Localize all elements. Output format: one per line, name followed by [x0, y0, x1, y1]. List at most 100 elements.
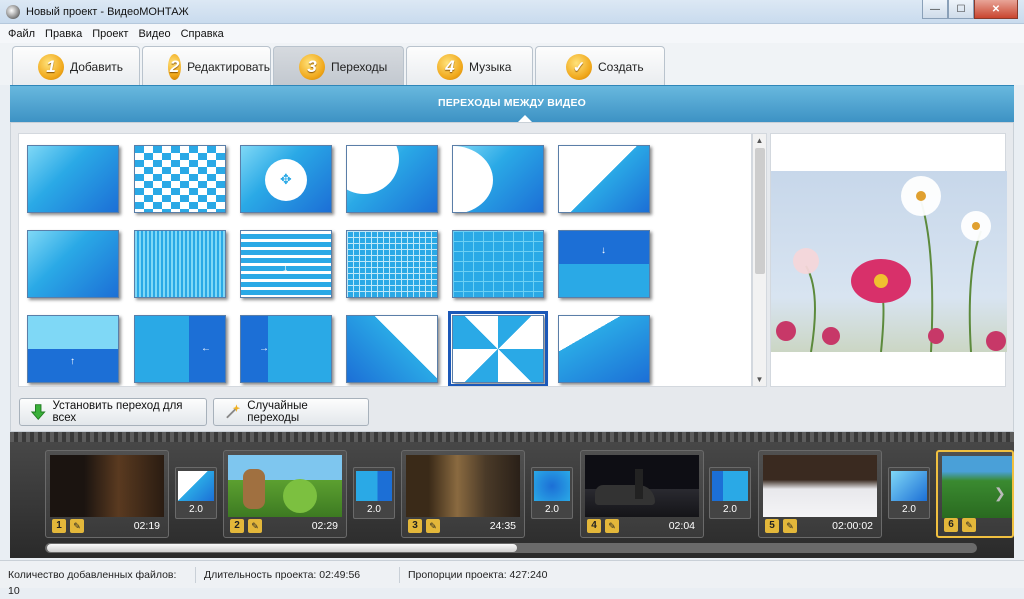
- transition-page-curl[interactable]: [346, 315, 438, 383]
- check-icon: ✓: [566, 53, 592, 80]
- step-2-badge: 2: [168, 53, 182, 80]
- clip-number: 5: [765, 519, 779, 533]
- clip-thumbnail: [50, 455, 164, 517]
- timeline-clip[interactable]: 2 ✎ 02:29: [223, 450, 347, 538]
- random-transitions-button[interactable]: Случайные переходы: [213, 398, 369, 426]
- tab-create-label: Создать: [598, 59, 644, 74]
- step-tabs: 1 Добавить 2 Редактировать 3 Переходы 4 …: [0, 43, 1024, 86]
- grid-scrollbar[interactable]: ▲ ▼: [752, 133, 767, 387]
- pencil-icon[interactable]: ✎: [605, 519, 619, 533]
- apply-all-button[interactable]: Установить переход для всех: [19, 398, 207, 426]
- scroll-up-icon[interactable]: ▲: [753, 134, 766, 147]
- transition-thumbnail: [712, 471, 748, 501]
- clip-thumbnail: [228, 455, 342, 517]
- clip-duration: 02:00:02: [832, 520, 873, 532]
- transition-thumbnail: [534, 471, 570, 501]
- section-banner: ПЕРЕХОДЫ МЕЖДУ ВИДЕО: [10, 85, 1014, 124]
- transition-blinds[interactable]: ↓: [240, 230, 332, 298]
- window-controls: — ☐ ✕: [922, 0, 1018, 19]
- transition-thumbnail: [891, 471, 927, 501]
- transition-push-down[interactable]: ↓: [558, 230, 650, 298]
- arrow-up-icon: ↑: [70, 356, 75, 367]
- pencil-icon[interactable]: ✎: [783, 519, 797, 533]
- tab-edit[interactable]: 2 Редактировать: [142, 46, 271, 86]
- section-title: ПЕРЕХОДЫ МЕЖДУ ВИДЕО: [437, 97, 587, 109]
- minimize-button[interactable]: —: [922, 0, 948, 19]
- pencil-icon[interactable]: ✎: [248, 519, 262, 533]
- clip-number: 2: [230, 519, 244, 533]
- film-strip-edge: [10, 432, 1014, 442]
- transition-push-right[interactable]: →: [240, 315, 332, 383]
- clip-number: 4: [587, 519, 601, 533]
- transition-side-circle[interactable]: [452, 145, 544, 213]
- transition-grid-fine[interactable]: [346, 230, 438, 298]
- tab-music-label: Музыка: [469, 59, 512, 74]
- transition-thumbnail: [356, 471, 392, 501]
- apply-all-label: Установить переход для всех: [52, 400, 183, 424]
- clip-number: 1: [52, 519, 66, 533]
- transition-duration: 2.0: [723, 504, 737, 515]
- pencil-icon[interactable]: ✎: [70, 519, 84, 533]
- arrow-down-icon: ↓: [601, 245, 606, 256]
- transition-push-up[interactable]: ↑: [27, 315, 119, 383]
- timeline-transition[interactable]: 2.0: [709, 467, 751, 519]
- transition-push-left[interactable]: ←: [134, 315, 226, 383]
- menu-help[interactable]: Справка: [181, 28, 224, 40]
- transition-duration: 2.0: [367, 504, 381, 515]
- timeline-clip[interactable]: 1 ✎ 02:19: [45, 450, 169, 538]
- transition-checkerboard[interactable]: [134, 145, 226, 213]
- timeline-transition[interactable]: 2.0: [175, 467, 217, 519]
- transition-duration: 2.0: [189, 504, 203, 515]
- transition-diagonal-wipe[interactable]: [558, 145, 650, 213]
- menu-project[interactable]: Проект: [92, 28, 128, 40]
- transition-circle-open[interactable]: ✥: [240, 145, 332, 213]
- transition-pinwheel[interactable]: [448, 311, 548, 386]
- timeline-scroll-thumb[interactable]: [47, 544, 517, 552]
- tab-music[interactable]: 4 Музыка: [406, 46, 533, 86]
- menu-video[interactable]: Видео: [138, 28, 170, 40]
- transition-fade[interactable]: [27, 145, 119, 213]
- step-3-badge: 3: [299, 53, 325, 80]
- arrow-left-icon: ←: [201, 343, 211, 354]
- pencil-icon[interactable]: ✎: [426, 519, 440, 533]
- transitions-grid: ✥ ↓ ↓ ↑ ← →: [18, 133, 752, 387]
- tab-transitions-label: Переходы: [331, 59, 388, 74]
- clip-duration: 02:29: [311, 520, 338, 532]
- menu-bar: Файл Правка Проект Видео Справка: [0, 24, 1024, 43]
- tab-create[interactable]: ✓ Создать: [535, 46, 665, 86]
- transition-diagonal-slide[interactable]: [558, 315, 650, 383]
- chevron-right-icon[interactable]: ❯: [994, 485, 1006, 502]
- tab-transitions[interactable]: 3 Переходы: [273, 46, 404, 86]
- transition-duration: 2.0: [545, 504, 559, 515]
- transition-slide-left[interactable]: [27, 230, 119, 298]
- timeline-scrollbar[interactable]: [45, 543, 977, 553]
- file-count: Количество добавленных файлов: 10: [0, 566, 196, 597]
- timeline-clip[interactable]: 5 ✎ 02:00:02: [758, 450, 882, 538]
- maximize-button[interactable]: ☐: [948, 0, 974, 19]
- clip-number: 3: [408, 519, 422, 533]
- status-bar: Количество добавленных файлов: 10 Длител…: [0, 560, 1024, 597]
- menu-edit[interactable]: Правка: [45, 28, 82, 40]
- arrow-down-icon: ↓: [282, 259, 289, 275]
- transition-corner-circle[interactable]: [346, 145, 438, 213]
- transition-dissolve[interactable]: [134, 230, 226, 298]
- close-button[interactable]: ✕: [974, 0, 1018, 19]
- timeline-clip[interactable]: 3 ✎ 24:35: [401, 450, 525, 538]
- scroll-down-icon[interactable]: ▼: [753, 373, 766, 386]
- transition-grid-coarse[interactable]: [452, 230, 544, 298]
- menu-file[interactable]: Файл: [8, 28, 35, 40]
- tab-edit-label: Редактировать: [187, 59, 270, 74]
- timeline-clip[interactable]: 4 ✎ 02:04: [580, 450, 704, 538]
- arrow-right-icon: →: [259, 343, 269, 354]
- scroll-thumb[interactable]: [755, 148, 765, 274]
- step-4-badge: 4: [437, 53, 463, 80]
- timeline-transition[interactable]: 2.0: [353, 467, 395, 519]
- tab-add[interactable]: 1 Добавить: [12, 46, 140, 86]
- step-1-badge: 1: [38, 53, 64, 80]
- project-duration: Длительность проекта: 02:49:56: [196, 566, 400, 583]
- magic-wand-icon: [226, 404, 241, 419]
- timeline-transition[interactable]: 2.0: [531, 467, 573, 519]
- timeline-transition[interactable]: 2.0: [888, 467, 930, 519]
- pencil-icon[interactable]: ✎: [962, 518, 976, 532]
- random-transitions-label: Случайные переходы: [247, 400, 308, 424]
